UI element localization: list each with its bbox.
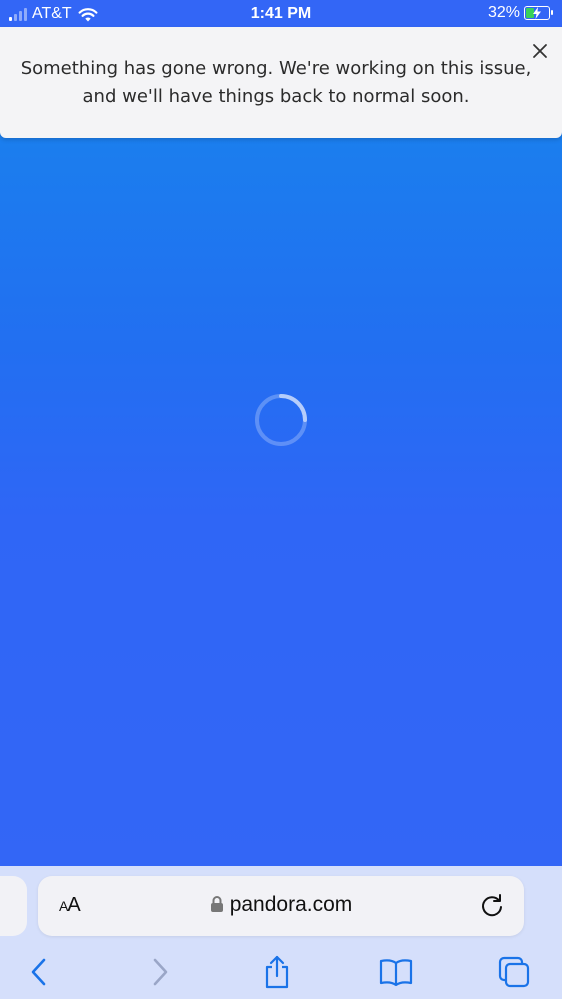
forward-button[interactable] [142, 954, 178, 990]
tabs-icon [498, 956, 530, 988]
charging-bolt-icon [533, 7, 541, 19]
error-banner: Something has gone wrong. We're working … [0, 27, 562, 138]
clock: 1:41 PM [250, 5, 312, 22]
battery-percent: 32% [487, 4, 520, 21]
forward-icon [153, 958, 168, 986]
address-bar[interactable]: AA pandora.com [38, 876, 524, 936]
url-text: pandora.com [229, 893, 353, 916]
tabs-button[interactable] [496, 954, 532, 990]
close-button[interactable] [526, 37, 554, 65]
bookmarks-button[interactable] [378, 954, 414, 990]
back-button[interactable] [21, 954, 57, 990]
share-button[interactable] [259, 954, 295, 990]
browser-bottom-bar: AA pandora.com [0, 866, 562, 999]
reload-button[interactable] [478, 892, 506, 920]
status-right: 32% [487, 4, 553, 22]
error-message: Something has gone wrong. We're working … [20, 58, 532, 107]
url-display[interactable]: pandora.com [38, 893, 524, 917]
share-icon [265, 955, 289, 989]
status-bar: AT&T 1:41 PM 32% [0, 0, 562, 28]
close-icon [533, 44, 547, 58]
back-icon [31, 958, 46, 986]
browser-toolbar [0, 944, 562, 994]
reload-icon [482, 894, 502, 917]
bookmarks-icon [379, 959, 413, 987]
loading-spinner [253, 392, 309, 448]
previous-tab-preview[interactable] [0, 876, 27, 936]
spinner-icon [255, 394, 307, 446]
battery-icon [524, 6, 553, 20]
lock-icon [210, 896, 223, 912]
